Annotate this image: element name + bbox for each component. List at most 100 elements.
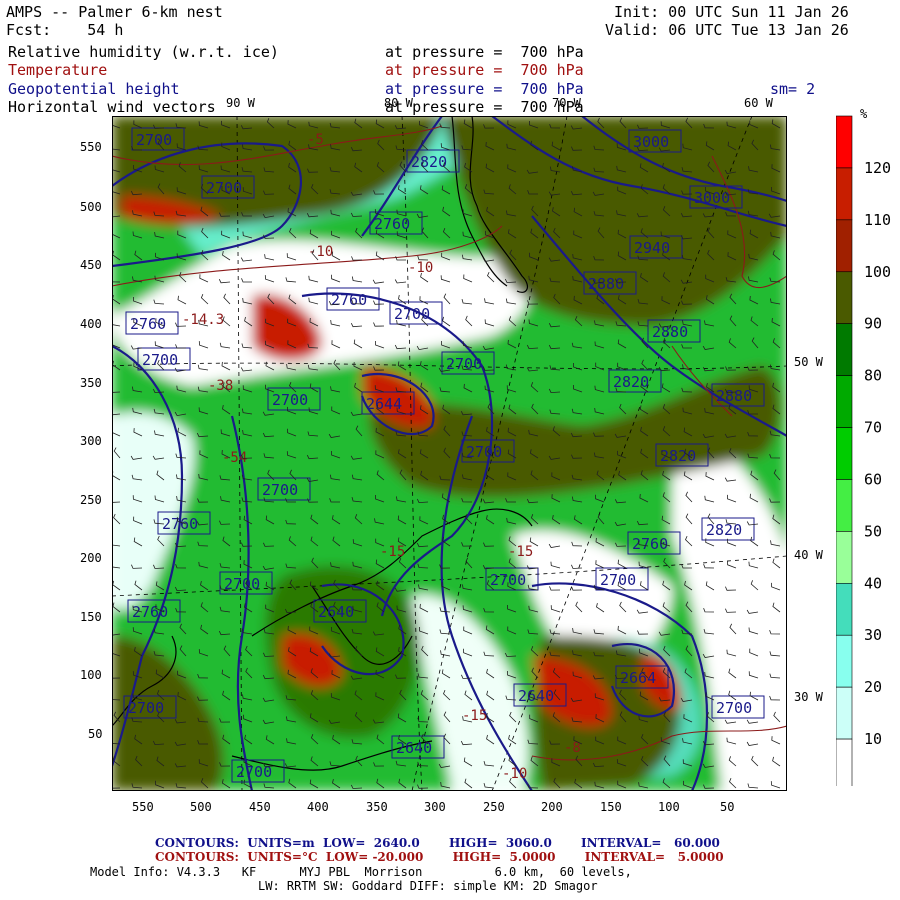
colorbar-label: 60 — [864, 470, 882, 488]
svg-text:2640: 2640 — [396, 739, 432, 757]
lon-label: 50 W — [794, 355, 823, 369]
temp-label: -10 — [502, 766, 527, 782]
y-tick: 150 — [80, 610, 102, 624]
temp-label: -5 — [307, 132, 324, 148]
svg-text:2700: 2700 — [206, 179, 242, 197]
svg-text:2700: 2700 — [446, 355, 482, 373]
temp-label: -15 — [462, 708, 487, 724]
lon-label: 80 W — [384, 96, 413, 110]
svg-text:2760: 2760 — [132, 603, 168, 621]
colorbar-label: 110 — [864, 211, 891, 229]
y-tick: 450 — [80, 258, 102, 272]
colorbar-label: 100 — [864, 263, 891, 281]
y-tick: 250 — [80, 493, 102, 507]
x-tick: 50 — [720, 800, 735, 814]
svg-text:2760: 2760 — [162, 515, 198, 533]
footer-model-info: Model Info: V4.3.3 KF MYJ PBL Morrison 6… — [90, 865, 632, 879]
svg-text:2880: 2880 — [716, 387, 752, 405]
svg-text:2880: 2880 — [588, 275, 624, 293]
colorbar-swatch — [836, 583, 853, 636]
y-tick: 100 — [80, 668, 102, 682]
lon-label: 70 W — [552, 96, 581, 110]
x-tick: 400 — [307, 800, 329, 814]
footer-physics: LW: RRTM SW: Goddard DIFF: simple KM: 2D… — [258, 879, 598, 893]
svg-text:2640: 2640 — [518, 687, 554, 705]
colorbar-label: 30 — [864, 626, 882, 644]
svg-text:2640: 2640 — [318, 603, 354, 621]
svg-text:2760: 2760 — [331, 291, 367, 309]
colorbar-swatch — [836, 167, 853, 221]
colorbar-label: 40 — [864, 574, 882, 592]
x-tick: 450 — [249, 800, 271, 814]
colorbar-swatch — [836, 115, 853, 169]
y-tick: 350 — [80, 376, 102, 390]
svg-text:2700: 2700 — [262, 481, 298, 499]
svg-text:2700: 2700 — [716, 699, 752, 717]
field-wind: Horizontal wind vectors — [8, 98, 216, 116]
svg-text:2700: 2700 — [128, 699, 164, 717]
svg-text:2700: 2700 — [272, 391, 308, 409]
x-tick: 150 — [600, 800, 622, 814]
map-panel: 2700 2700 2760 2820 3000 3000 2760 2940 … — [112, 116, 787, 791]
y-tick: 50 — [88, 727, 103, 741]
svg-text:3000: 3000 — [694, 189, 730, 207]
svg-text:2760: 2760 — [130, 315, 166, 333]
colorbar-swatch — [836, 427, 853, 480]
x-tick: 550 — [132, 800, 154, 814]
temp-label: -15 — [508, 544, 533, 560]
colorbar-label: 80 — [864, 367, 882, 385]
init-time: Init: 00 UTC Sun 11 Jan 26 — [614, 3, 849, 21]
colorbar-label: 50 — [864, 522, 882, 540]
colorbar-label: 10 — [864, 730, 882, 748]
svg-text:2700: 2700 — [236, 763, 272, 781]
field-height-level: at pressure = 700 hPa — [385, 80, 584, 98]
lon-label: 40 W — [794, 548, 823, 562]
colorbar-label: 90 — [864, 315, 882, 333]
field-rh-level: at pressure = 700 hPa — [385, 43, 584, 61]
y-tick: 300 — [80, 434, 102, 448]
lon-label: 60 W — [744, 96, 773, 110]
colorbar-swatch — [836, 271, 853, 324]
x-tick: 300 — [424, 800, 446, 814]
field-temp: Temperature — [8, 61, 108, 79]
y-tick: 400 — [80, 317, 102, 331]
colorbar-swatch — [836, 738, 853, 786]
footer-temp-contours: CONTOURS: UNITS=°C LOW= -20.000 HIGH= 5.… — [155, 850, 724, 864]
field-rh: Relative humidity (w.r.t. ice) — [8, 43, 279, 61]
x-tick: 100 — [658, 800, 680, 814]
colorbar-swatch — [836, 479, 853, 532]
field-temp-level: at pressure = 700 hPa — [385, 61, 584, 79]
x-tick: 350 — [366, 800, 388, 814]
colorbar-swatch — [836, 375, 853, 428]
valid-time: Valid: 06 UTC Tue 13 Jan 26 — [605, 21, 849, 39]
colorbar-swatch — [836, 219, 853, 273]
x-tick: 500 — [190, 800, 212, 814]
x-tick: 250 — [483, 800, 505, 814]
colorbar-label: 120 — [864, 159, 891, 177]
footer-height-contours: CONTOURS: UNITS=m LOW= 2640.0 HIGH= 3060… — [155, 836, 720, 850]
colorbar-label: 20 — [864, 678, 882, 696]
plot-title: AMPS -- Palmer 6-km nest — [6, 3, 223, 21]
svg-text:2940: 2940 — [634, 239, 670, 257]
colorbar-swatch — [836, 686, 853, 740]
svg-text:2880: 2880 — [652, 323, 688, 341]
forecast-hour: Fcst: 54 h — [6, 21, 124, 39]
lon-label: 90 W — [226, 96, 255, 110]
temp-label: -14.3 — [182, 312, 224, 328]
colorbar-unit: % — [860, 107, 868, 121]
svg-text:2820: 2820 — [411, 153, 447, 171]
temp-label: -15 — [380, 544, 405, 560]
smoothing-label: sm= 2 — [770, 80, 816, 98]
field-height: Geopotential height — [8, 80, 180, 98]
colorbar-swatch — [836, 323, 853, 376]
rh-colorbar: % 120 110 100 90 80 70 60 50 40 30 20 10 — [836, 107, 891, 786]
x-tick: 200 — [541, 800, 563, 814]
svg-text:3000: 3000 — [633, 133, 669, 151]
svg-text:2644: 2644 — [366, 395, 402, 413]
lon-label: 30 W — [794, 690, 823, 704]
svg-text:2760: 2760 — [374, 215, 410, 233]
svg-text:2700: 2700 — [600, 571, 636, 589]
temp-label: -10 — [308, 244, 333, 260]
colorbar-label: 70 — [864, 419, 882, 437]
colorbar-swatch — [836, 531, 853, 584]
